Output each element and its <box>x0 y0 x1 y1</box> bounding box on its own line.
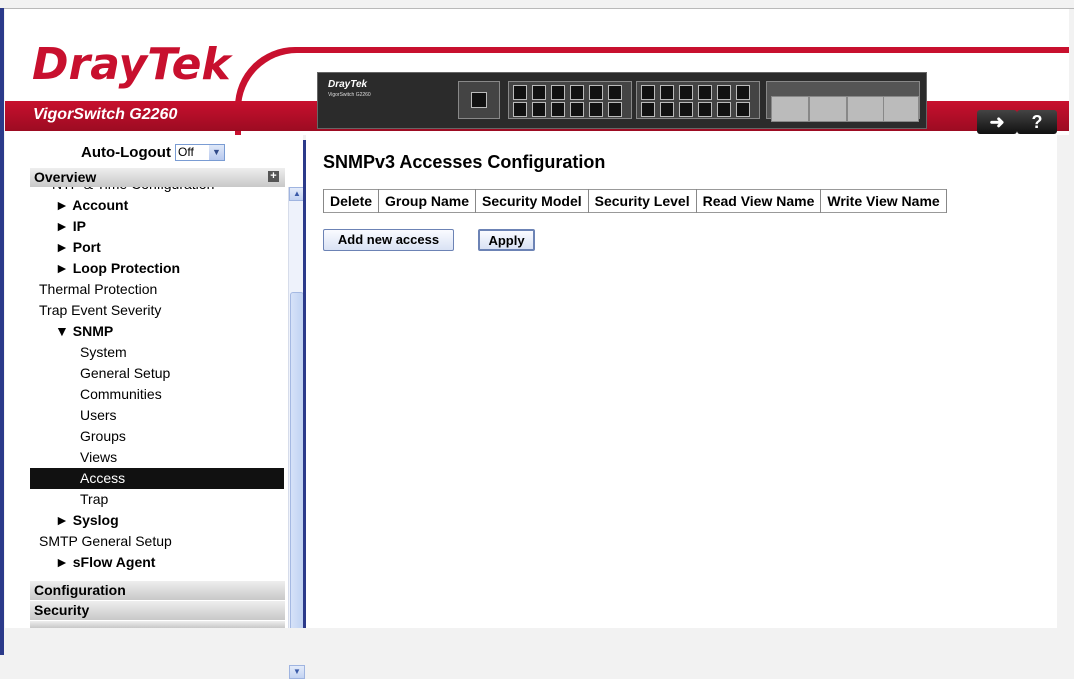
ethernet-port[interactable] <box>679 102 693 117</box>
sidebar-item-loop-protection[interactable]: ► Loop Protection <box>55 258 180 279</box>
ethernet-port[interactable] <box>570 85 584 100</box>
sidebar-item-ip[interactable]: ► IP <box>55 216 86 237</box>
scroll-down-icon[interactable]: ▼ <box>289 665 305 679</box>
sidebar-item-thermal-protection[interactable]: Thermal Protection <box>39 279 157 300</box>
sidebar-item-views[interactable]: Views <box>80 447 117 468</box>
autologout-select[interactable]: Off ▼ <box>175 144 225 161</box>
ethernet-port[interactable] <box>736 102 750 117</box>
console-port <box>458 81 500 119</box>
sidebar-item-users[interactable]: Users <box>80 405 117 426</box>
ethernet-port[interactable] <box>641 102 655 117</box>
model-name: VigorSwitch G2260 <box>33 106 178 123</box>
ethernet-port[interactable] <box>660 102 674 117</box>
ethernet-port[interactable] <box>641 85 655 100</box>
ethernet-port[interactable] <box>698 85 712 100</box>
sfp-port[interactable] <box>847 96 885 122</box>
sidebar-item-sflow-agent[interactable]: ► sFlow Agent <box>55 552 155 573</box>
menu-tree: NTP & Time Configuration► Account► IP► P… <box>30 187 285 596</box>
table-header-row: Delete Group Name Security Model Security L… <box>322 189 947 213</box>
section-overview-label: Overview <box>34 169 97 185</box>
sfp-port[interactable] <box>883 96 919 122</box>
section-security-label: Security <box>34 602 90 618</box>
bottom-area <box>5 628 1074 655</box>
ethernet-port[interactable] <box>513 102 527 117</box>
column-header-write-view-name: Write View Name <box>820 189 947 213</box>
sidebar-item-trap[interactable]: Trap <box>80 489 108 510</box>
section-security[interactable]: Security <box>30 601 285 620</box>
device-brand: DrayTek <box>328 79 368 90</box>
ethernet-port[interactable] <box>717 85 731 100</box>
ethernet-port[interactable] <box>570 102 584 117</box>
column-header-delete: Delete <box>322 189 380 213</box>
device-panel-image: DrayTek VigorSwitch G2260 <box>317 72 927 129</box>
ethernet-port[interactable] <box>589 102 603 117</box>
logout-icon[interactable]: ➜ <box>977 110 1017 134</box>
sidebar-item-system[interactable]: System <box>80 342 127 363</box>
main-content: SNMPv3 Accesses Configuration Delete Grou… <box>306 135 1057 628</box>
sidebar-item-ntp-time-configuration[interactable]: NTP & Time Configuration <box>52 187 214 195</box>
column-header-group-name: Group Name <box>378 189 477 213</box>
section-maintenance-partial[interactable] <box>30 621 285 628</box>
add-new-access-button[interactable]: Add new access <box>323 229 454 251</box>
ethernet-port[interactable] <box>589 85 603 100</box>
console-port-jack <box>471 92 487 108</box>
autologout-label: Auto-Logout <box>81 144 171 161</box>
sidebar-item-groups[interactable]: Groups <box>80 426 126 447</box>
ethernet-port[interactable] <box>551 85 565 100</box>
ethernet-port[interactable] <box>532 102 546 117</box>
sfp-port[interactable] <box>809 96 847 122</box>
column-header-read-view-name: Read View Name <box>695 189 822 213</box>
ethernet-port[interactable] <box>698 102 712 117</box>
column-header-security-level: Security Level <box>587 189 697 213</box>
ethernet-port[interactable] <box>736 85 750 100</box>
sidebar-item-smtp-general-setup[interactable]: SMTP General Setup <box>39 531 172 552</box>
column-header-security-model: Security Model <box>475 189 589 213</box>
ethernet-port[interactable] <box>608 102 622 117</box>
page-title: SNMPv3 Accesses Configuration <box>323 152 606 172</box>
sidebar-item-communities[interactable]: Communities <box>80 384 162 405</box>
sfp-group <box>766 81 920 122</box>
chevron-down-icon: ▼ <box>209 145 224 160</box>
sidebar-item-general-setup[interactable]: General Setup <box>80 363 170 384</box>
ethernet-port[interactable] <box>513 85 527 100</box>
autologout-value: Off <box>178 145 194 159</box>
sidebar-item-snmp[interactable]: ▼ SNMP <box>55 321 113 342</box>
port-group-2[interactable] <box>636 81 760 119</box>
sidebar-item-access[interactable]: Access <box>30 468 284 489</box>
section-overview[interactable]: Overview + <box>30 168 285 187</box>
section-configuration[interactable]: Configuration <box>30 581 285 600</box>
access-table: Delete Group Name Security Model Security L… <box>322 189 947 213</box>
left-border <box>0 8 4 655</box>
header: DrayTek VigorSwitch G2260 DrayTek VigorS… <box>5 9 1069 135</box>
scroll-thumb[interactable] <box>290 292 304 639</box>
sidebar-item-trap-event-severity[interactable]: Trap Event Severity <box>39 300 161 321</box>
expand-icon[interactable]: + <box>268 171 279 182</box>
sidebar-item-account[interactable]: ► Account <box>55 195 128 216</box>
sfp-port[interactable] <box>771 96 809 122</box>
port-group-1[interactable] <box>508 81 632 119</box>
ethernet-port[interactable] <box>717 102 731 117</box>
sidebar-item-port[interactable]: ► Port <box>55 237 101 258</box>
help-icon[interactable]: ? <box>1017 110 1057 134</box>
ethernet-port[interactable] <box>660 85 674 100</box>
ethernet-port[interactable] <box>608 85 622 100</box>
device-model: VigorSwitch G2260 <box>328 92 371 98</box>
ethernet-port[interactable] <box>551 102 565 117</box>
section-configuration-label: Configuration <box>34 582 126 598</box>
ethernet-port[interactable] <box>532 85 546 100</box>
sidebar-item-syslog[interactable]: ► Syslog <box>55 510 119 531</box>
brand-logo: DrayTek <box>32 39 231 90</box>
app-frame: DrayTek VigorSwitch G2260 DrayTek VigorS… <box>0 0 1074 679</box>
sidebar: Auto-Logout Off ▼ Overview + NTP & Time … <box>5 135 306 679</box>
apply-button[interactable]: Apply <box>478 229 535 251</box>
ethernet-port[interactable] <box>679 85 693 100</box>
